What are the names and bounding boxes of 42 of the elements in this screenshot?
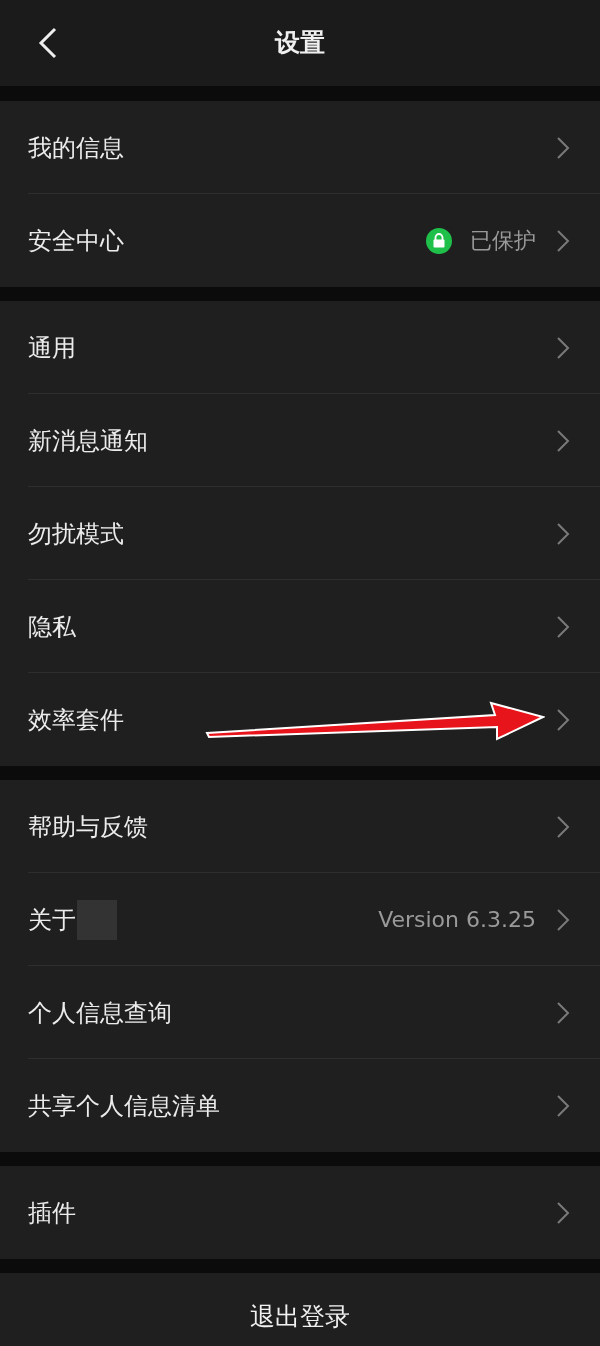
settings-row[interactable]: 插件	[0, 1166, 600, 1259]
settings-row[interactable]: 个人信息查询	[0, 966, 600, 1059]
settings-row[interactable]: 新消息通知	[0, 394, 600, 487]
chevron-icon	[556, 814, 570, 839]
row-label: 安全中心	[28, 225, 124, 257]
settings-row[interactable]: 帮助与反馈	[0, 780, 600, 873]
row-label: 个人信息查询	[28, 997, 172, 1029]
row-label: 我的信息	[28, 132, 124, 164]
settings-row[interactable]: 共享个人信息清单	[0, 1059, 600, 1152]
chevron-icon	[556, 907, 570, 932]
row-label: 勿扰模式	[28, 518, 124, 550]
lock-icon	[426, 227, 452, 254]
row-label: 帮助与反馈	[28, 811, 148, 843]
chevron-icon	[556, 707, 570, 732]
chevron-icon	[556, 521, 570, 546]
chevron-icon	[556, 1200, 570, 1225]
settings-row[interactable]: 安全中心 已保护	[0, 194, 600, 287]
settings-row[interactable]: 我的信息	[0, 101, 600, 194]
row-label: 新消息通知	[28, 425, 148, 457]
page-title: 设置	[275, 27, 325, 60]
chevron-icon	[556, 335, 570, 360]
chevron-icon	[556, 228, 570, 253]
settings-row[interactable]: 关于 Version 6.3.25	[0, 873, 600, 966]
logout-button[interactable]: 退出登录	[0, 1273, 600, 1346]
chevron-icon	[556, 428, 570, 453]
row-label: 共享个人信息清单	[28, 1090, 220, 1122]
chevron-icon	[556, 614, 570, 639]
row-value: Version 6.3.25	[378, 906, 536, 934]
settings-row[interactable]: 通用	[0, 301, 600, 394]
chevron-icon	[556, 1000, 570, 1025]
settings-row[interactable]: 勿扰模式	[0, 487, 600, 580]
row-label: 关于	[28, 904, 76, 936]
chevron-icon	[556, 1093, 570, 1118]
chevron-icon	[556, 135, 570, 160]
row-label: 隐私	[28, 611, 76, 643]
row-label: 通用	[28, 332, 76, 364]
settings-row[interactable]: 隐私	[0, 580, 600, 673]
row-label: 插件	[28, 1197, 76, 1229]
row-value: 已保护	[470, 227, 536, 255]
settings-row[interactable]: 效率套件	[0, 673, 600, 766]
back-icon[interactable]	[38, 27, 58, 59]
row-label: 效率套件	[28, 704, 124, 736]
